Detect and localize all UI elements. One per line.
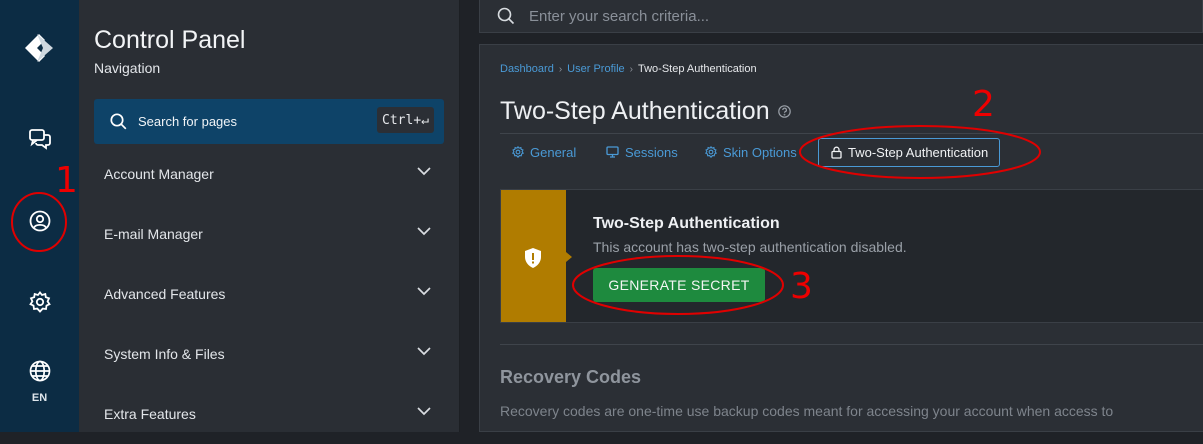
tab-label: Sessions — [625, 144, 678, 160]
tab-sessions[interactable]: Sessions — [606, 137, 678, 167]
monitor-icon — [606, 146, 619, 158]
annotation-number-3: 3 — [790, 266, 813, 307]
tab-skin-options[interactable]: Skin Options — [705, 137, 797, 167]
tab-label: General — [530, 144, 577, 160]
chevron-right-icon: › — [629, 63, 633, 75]
language-label[interactable]: EN — [0, 392, 79, 404]
lock-icon — [831, 146, 842, 159]
recovery-codes-title: Recovery Codes — [500, 367, 642, 387]
menu-item-label: Advanced Features — [104, 286, 226, 302]
main-content: Dashboard › User Profile › Two-Step Auth… — [479, 44, 1203, 432]
page-search-button[interactable]: Search for pages Ctrl+↵ — [94, 99, 444, 144]
control-panel-title: Control Panel — [94, 26, 246, 54]
shield-warning-icon — [523, 247, 543, 269]
menu-email-manager[interactable]: E-mail Manager — [79, 204, 459, 264]
page-title: Two-Step Authentication — [500, 97, 791, 126]
help-icon[interactable] — [777, 105, 791, 118]
breadcrumb-dashboard[interactable]: Dashboard — [500, 63, 554, 75]
menu-item-label: Extra Features — [104, 406, 196, 422]
menu-item-label: Account Manager — [104, 166, 214, 182]
breadcrumb-user-profile[interactable]: User Profile — [567, 63, 624, 75]
tab-general[interactable]: General — [512, 137, 576, 167]
two-step-title: Two-Step Authentication — [593, 215, 780, 232]
page-search-label: Search for pages — [138, 114, 238, 129]
tabs-divider — [500, 133, 1203, 134]
navigation-subtitle: Navigation — [94, 60, 161, 76]
chat-icon[interactable] — [0, 128, 79, 150]
chevron-down-icon — [416, 226, 432, 236]
menu-item-label: System Info & Files — [104, 346, 225, 362]
menu-advanced-features[interactable]: Advanced Features — [79, 264, 459, 324]
breadcrumb-current: Two-Step Authentication — [637, 63, 757, 75]
stripe-notch — [566, 252, 572, 262]
gear-icon — [512, 146, 524, 158]
chevron-down-icon — [416, 166, 432, 176]
navigation-panel: Control Panel Navigation Search for page… — [79, 0, 460, 432]
settings-gear-icon[interactable] — [0, 291, 79, 313]
logo-icon[interactable] — [0, 30, 79, 66]
menu-item-label: E-mail Manager — [104, 226, 203, 242]
menu-account-manager[interactable]: Account Manager — [79, 144, 459, 204]
keyboard-shortcut-badge: Ctrl+↵ — [377, 107, 434, 133]
chevron-down-icon — [416, 406, 432, 416]
breadcrumb: Dashboard › User Profile › Two-Step Auth… — [500, 63, 757, 75]
menu-system-info-files[interactable]: System Info & Files — [79, 324, 459, 384]
user-profile-icon[interactable] — [0, 210, 79, 232]
two-step-description: This account has two-step authentication… — [593, 239, 907, 255]
annotation-number-2: 2 — [972, 84, 995, 125]
search-icon — [497, 7, 515, 25]
generate-secret-button[interactable]: GENERATE SECRET — [593, 268, 765, 302]
tab-label: Skin Options — [723, 144, 797, 160]
warning-stripe — [501, 190, 566, 322]
recovery-codes-description: Recovery codes are one-time use backup c… — [500, 403, 1114, 419]
chevron-down-icon — [416, 346, 432, 356]
section-divider — [500, 344, 1203, 345]
tab-label: Two-Step Authentication — [848, 145, 989, 160]
chevron-down-icon — [416, 286, 432, 296]
globe-icon[interactable] — [0, 360, 79, 382]
search-icon — [110, 113, 127, 130]
menu-extra-features[interactable]: Extra Features — [79, 384, 459, 444]
global-search-input[interactable]: Enter your search criteria... — [529, 8, 709, 25]
page-title-text: Two-Step Authentication — [500, 97, 770, 125]
global-search-bar[interactable]: Enter your search criteria... — [479, 0, 1203, 33]
tab-two-step-authentication[interactable]: Two-Step Authentication — [818, 138, 1001, 167]
gear-icon — [705, 146, 717, 158]
annotation-number-1: 1 — [55, 160, 78, 201]
chevron-right-icon: › — [558, 63, 563, 75]
two-step-card: Two-Step Authentication This account has… — [500, 189, 1203, 323]
icon-rail: EN — [0, 0, 79, 432]
